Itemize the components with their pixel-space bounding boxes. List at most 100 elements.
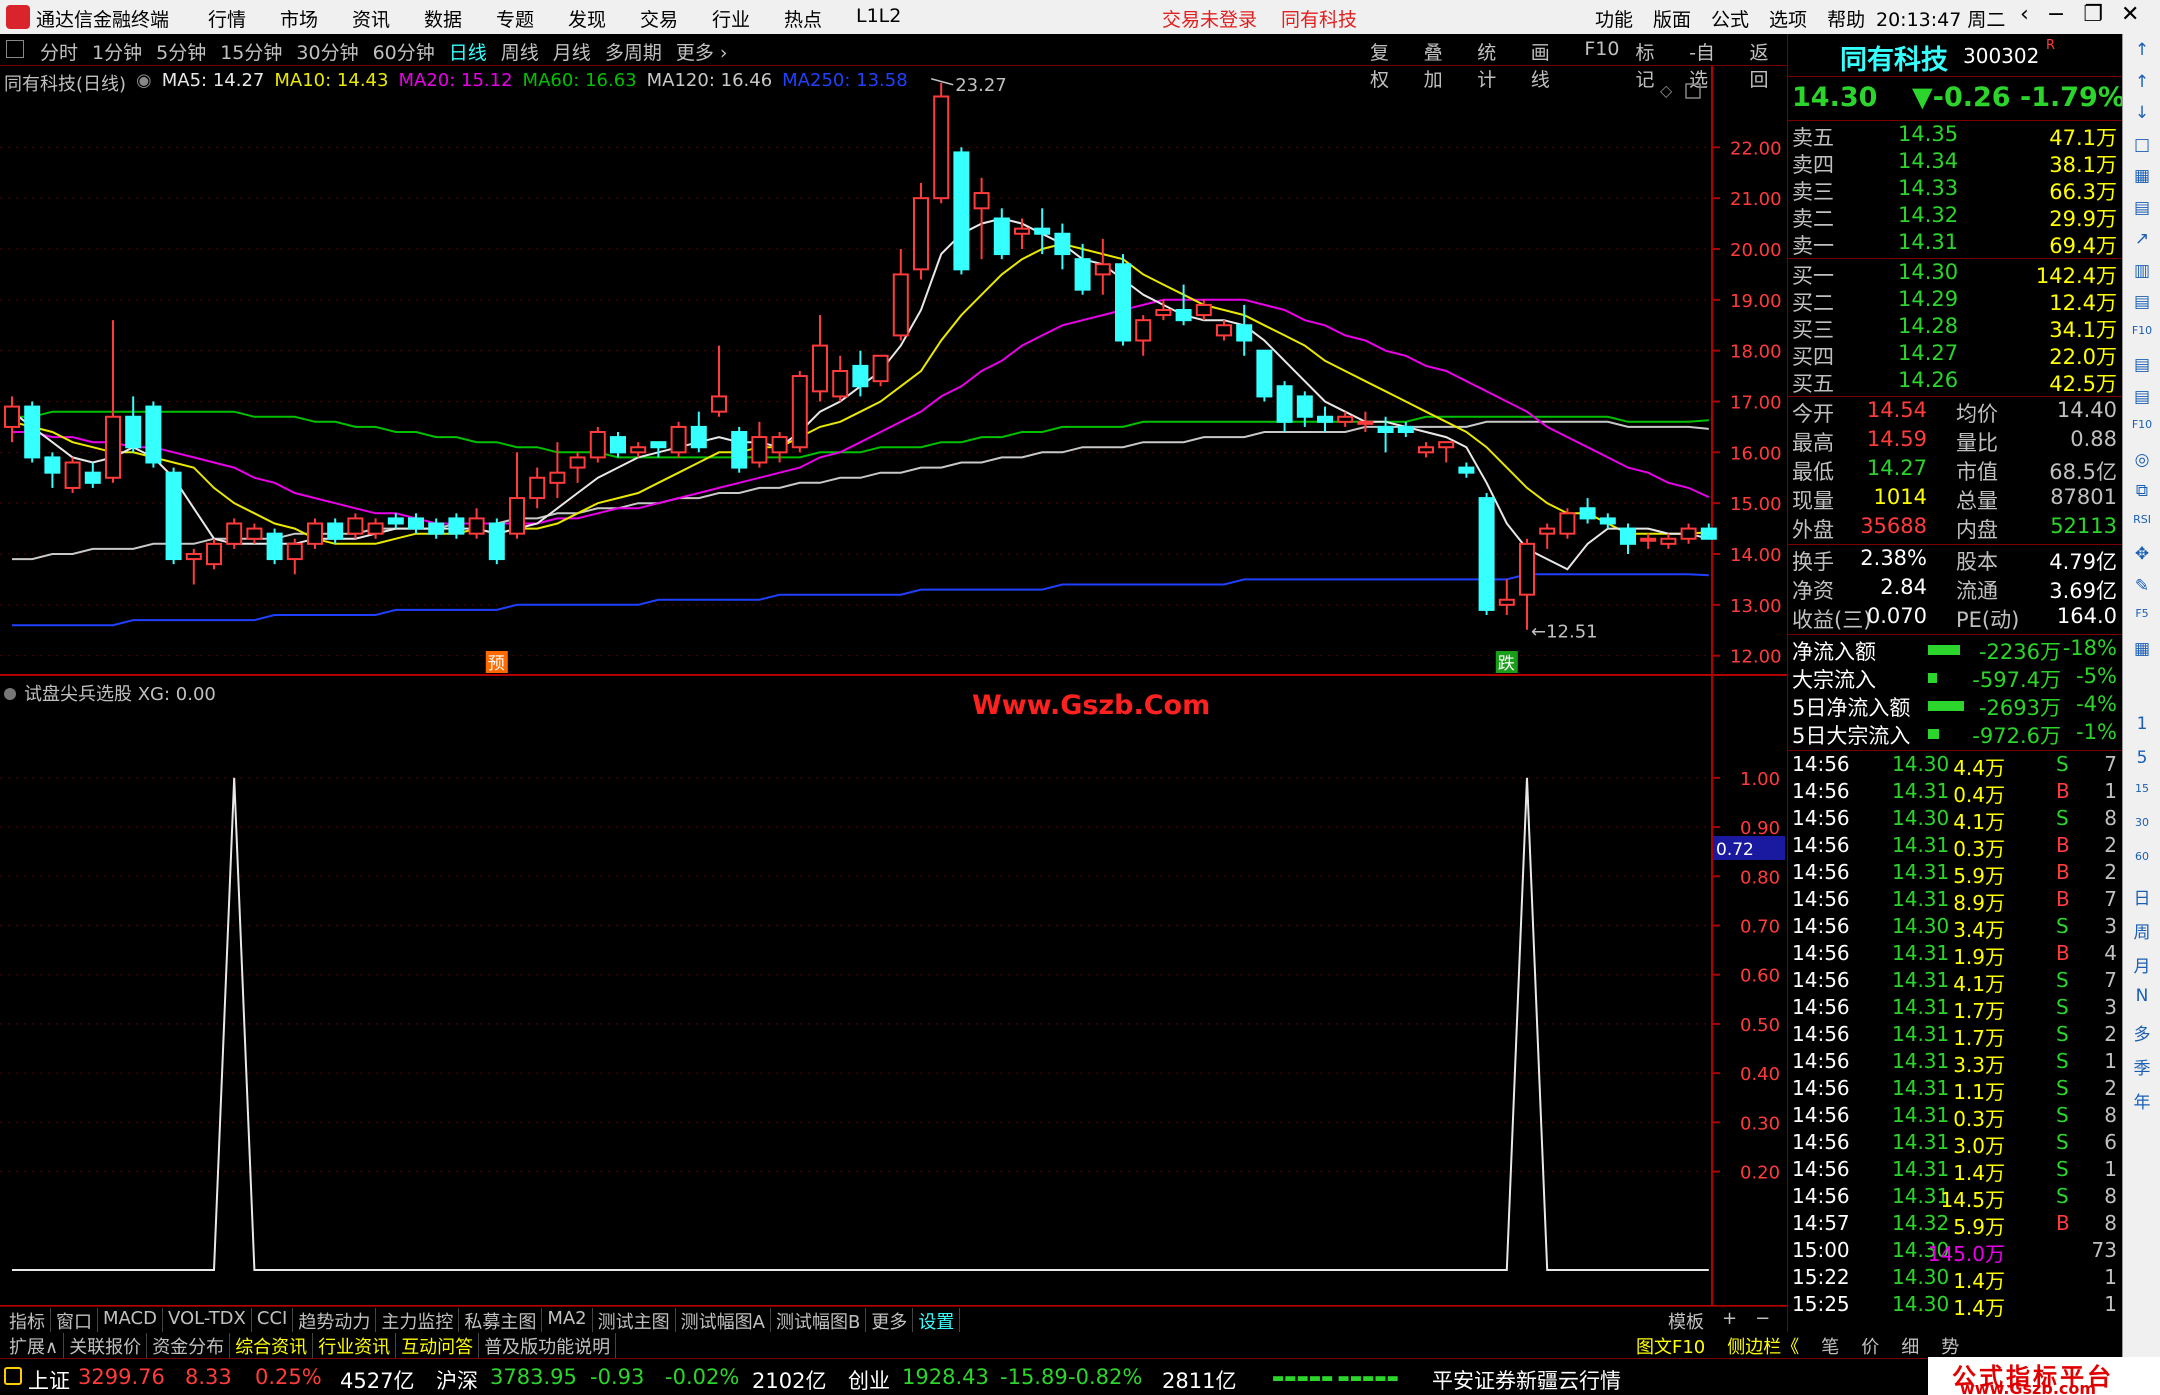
candle[interactable] [1256, 349, 1273, 402]
candle[interactable] [1478, 493, 1495, 615]
candle[interactable] [347, 513, 364, 539]
menu-item[interactable]: 资讯 [352, 5, 424, 32]
candle[interactable] [529, 467, 546, 509]
side-tool-icon[interactable]: 月 [2130, 952, 2154, 977]
period-tab[interactable]: 60分钟 [373, 38, 435, 65]
orderbook-row[interactable]: 买二 14.29 12.4万 [1788, 287, 2123, 315]
side-tool-icon[interactable]: ▦ [2130, 639, 2154, 661]
menu-item[interactable]: 专题 [496, 5, 568, 32]
indicator-tab[interactable]: 测试主图 [593, 1308, 676, 1334]
candle[interactable] [1074, 243, 1091, 295]
candle[interactable] [509, 452, 525, 539]
candle[interactable] [105, 320, 121, 483]
period-tab[interactable]: 30分钟 [296, 38, 358, 65]
candle[interactable] [84, 462, 101, 488]
orderbook-row[interactable]: 卖二 14.32 29.9万 [1788, 203, 2123, 231]
period-tab[interactable]: 分时 [40, 38, 78, 65]
indicator-settings-icon[interactable] [4, 688, 16, 700]
candle[interactable] [1397, 421, 1414, 438]
side-tool-icon[interactable]: 多 [2130, 1020, 2154, 1045]
menu-item[interactable]: 发现 [568, 5, 640, 32]
side-tool-icon[interactable]: 30 [2130, 816, 2154, 838]
candle[interactable] [1519, 538, 1535, 630]
restore-icon[interactable]: ❐ [2083, 2, 2103, 27]
orderbook-row[interactable]: 卖一 14.31 69.4万 [1788, 230, 2123, 258]
orderbook-row[interactable]: 买三 14.28 34.1万 [1788, 314, 2123, 342]
indicator-tab[interactable]: 指标 [4, 1308, 51, 1334]
period-tab[interactable]: 5分钟 [156, 38, 206, 65]
side-control[interactable]: 细 [1901, 1333, 1919, 1359]
candle[interactable] [246, 523, 263, 544]
menu-item[interactable]: 交易 [640, 5, 712, 32]
side-tool-icon[interactable]: ↗ [2130, 229, 2154, 251]
period-tab[interactable]: 15分钟 [220, 38, 282, 65]
side-tool-icon[interactable]: ▤ [2130, 292, 2154, 314]
chart-canvas[interactable]: 22.00 21.00 20.00 19.00 18.00 17.00 16.00 15.00… [0, 66, 1787, 1316]
candle[interactable] [913, 182, 929, 280]
candle[interactable] [1700, 523, 1717, 540]
candle[interactable] [993, 208, 1010, 260]
candle[interactable] [1620, 523, 1636, 555]
side-tool-icon[interactable]: ✎ [2130, 576, 2154, 598]
extension-tab[interactable]: 关联报价 [64, 1333, 148, 1359]
candle[interactable] [125, 396, 142, 453]
candle[interactable] [1276, 381, 1293, 432]
indicator-tab[interactable]: 设置 [913, 1308, 961, 1334]
candle[interactable] [569, 452, 586, 483]
candle[interactable] [185, 548, 202, 585]
side-control[interactable]: 价 [1861, 1333, 1879, 1359]
menu-item[interactable]: 选项 [1769, 5, 1807, 32]
menu-item[interactable]: 公式 [1711, 5, 1749, 32]
candle[interactable] [1236, 304, 1253, 356]
back-icon[interactable]: ‹ [2020, 2, 2029, 27]
extension-tab[interactable]: 普及版功能说明 [479, 1333, 617, 1359]
candle[interactable] [650, 441, 667, 458]
indicator-tab[interactable]: 私募主图 [459, 1308, 543, 1334]
side-tool-icon[interactable]: 15 [2130, 782, 2154, 804]
candle[interactable] [872, 354, 889, 387]
indicator-tab[interactable]: VOL-TDX [163, 1308, 252, 1334]
diamond-icon[interactable]: ◇ [1660, 81, 1673, 100]
candle[interactable] [812, 315, 828, 402]
period-tab[interactable]: 更多 › [676, 38, 728, 65]
side-tool-icon[interactable]: ▥ [2130, 261, 2154, 283]
menu-item[interactable]: 行情 [208, 5, 280, 32]
side-tool-icon[interactable]: ◎ [2130, 450, 2154, 472]
side-control[interactable]: 侧边栏《 [1727, 1333, 1799, 1359]
menu-item[interactable]: 功能 [1595, 5, 1633, 32]
period-tab[interactable]: 多周期 [605, 38, 662, 65]
period-tab[interactable]: 月线 [553, 38, 591, 65]
candle[interactable] [1680, 523, 1697, 544]
orderbook-row[interactable]: 卖五 14.35 47.1万 [1788, 122, 2123, 150]
side-tool-icon[interactable]: ↓ [2130, 103, 2154, 125]
candle[interactable] [973, 177, 990, 260]
candle[interactable] [226, 518, 243, 549]
indicator-tab[interactable]: 窗口 [51, 1308, 98, 1334]
candle[interactable] [44, 452, 61, 488]
orderbook-row[interactable]: 卖三 14.33 66.3万 [1788, 176, 2123, 204]
candle[interactable] [832, 355, 849, 402]
candle[interactable] [1094, 238, 1111, 295]
candle[interactable] [1640, 533, 1657, 549]
side-tool-icon[interactable]: ↑ [2130, 40, 2154, 62]
template-control[interactable]: 模板 [1668, 1308, 1704, 1334]
candle[interactable] [266, 528, 283, 565]
side-tool-icon[interactable]: 日 [2130, 884, 2154, 909]
market-icon[interactable] [4, 1367, 22, 1385]
candle[interactable] [1458, 462, 1475, 478]
indicator-tab[interactable]: 更多 [866, 1308, 914, 1334]
side-tool-icon[interactable]: F10 [2130, 324, 2154, 346]
candle[interactable] [953, 147, 970, 275]
candle[interactable] [630, 442, 647, 458]
side-tool-icon[interactable]: ▤ [2130, 355, 2154, 377]
indicator-tab[interactable]: MACD [98, 1308, 163, 1334]
side-tool-icon[interactable]: 60 [2130, 850, 2154, 872]
indicator-tab[interactable]: 趋势动力 [293, 1308, 377, 1334]
login-status[interactable]: 交易未登录 [1162, 5, 1257, 32]
candle[interactable] [64, 457, 81, 493]
candle[interactable] [1418, 442, 1434, 458]
orderbook-row[interactable]: 买一 14.30 142.4万 [1788, 260, 2123, 288]
candle[interactable] [468, 508, 485, 539]
candle[interactable] [165, 467, 182, 565]
extension-tab[interactable]: 综合资讯 [230, 1333, 314, 1359]
